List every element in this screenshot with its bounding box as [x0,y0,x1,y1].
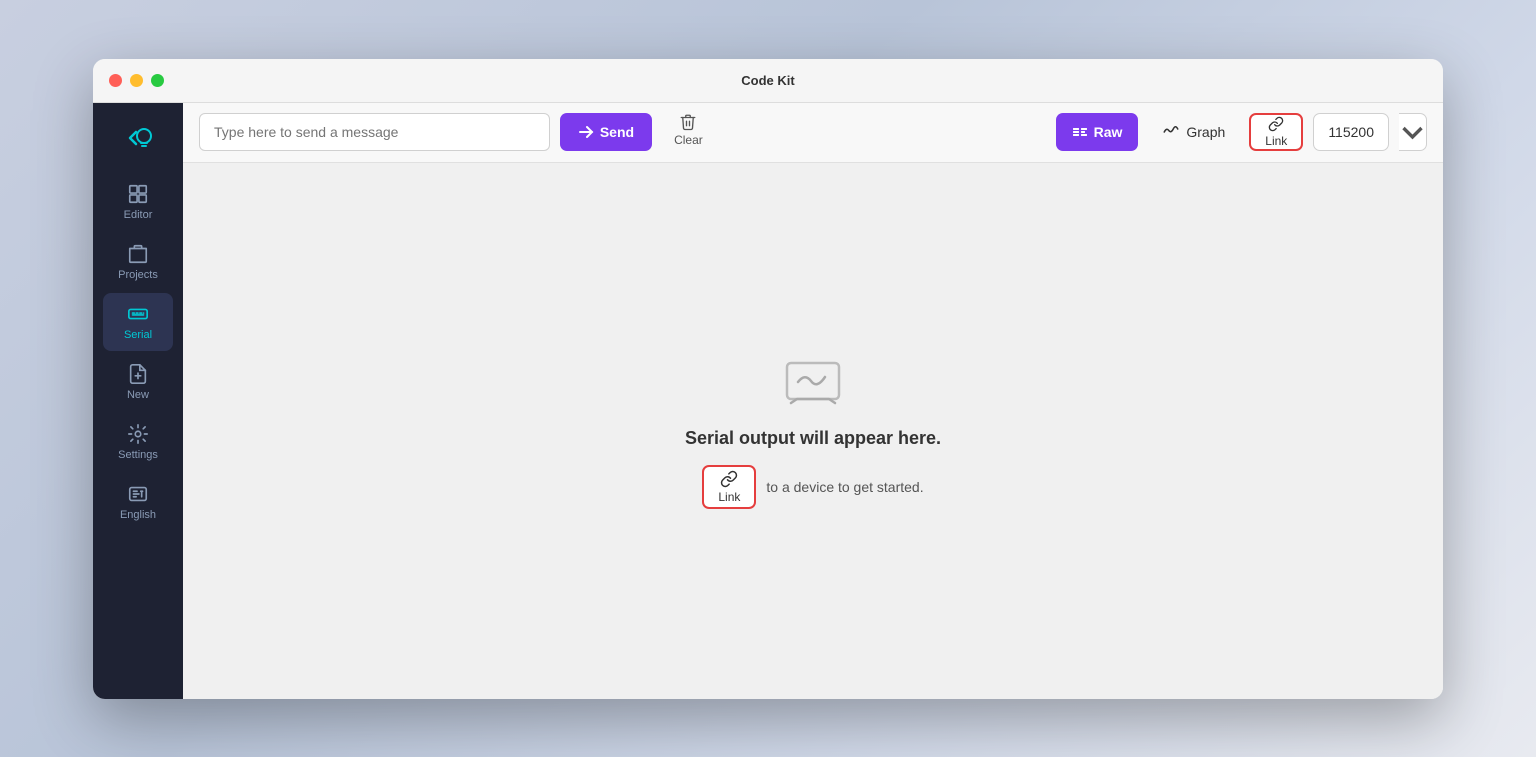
serial-output-icon [778,352,848,412]
traffic-lights [109,74,164,87]
sidebar-item-settings[interactable]: Settings [103,413,173,471]
trash-icon [679,113,697,131]
clear-label: Clear [674,133,703,147]
message-input[interactable] [199,113,550,151]
app-logo[interactable] [113,113,163,163]
baud-rate-value: 115200 [1328,124,1374,140]
send-button[interactable]: Send [560,113,652,151]
sidebar-item-english[interactable]: English [103,473,173,531]
title-bar: Code Kit [93,59,1443,103]
link-button-center-label: Link [718,490,740,504]
serial-link-row: Link to a device to get started. [702,465,923,509]
sidebar-item-settings-label: Settings [118,449,158,461]
sidebar-item-editor-label: Editor [124,209,153,221]
maximize-button[interactable] [151,74,164,87]
link-icon-center [720,470,738,488]
serial-output-title: Serial output will appear here. [685,428,941,449]
window-title: Code Kit [741,73,794,88]
send-label: Send [600,124,634,140]
sidebar-item-projects-label: Projects [118,269,158,281]
app-body: Editor Projects Serial [93,103,1443,699]
toolbar: Send Clear [183,103,1443,163]
raw-button[interactable]: Raw [1056,113,1139,151]
sidebar-item-new[interactable]: New [103,353,173,411]
link-label-toolbar: Link [1265,134,1287,148]
sidebar-item-english-label: English [120,509,156,521]
link-icon-toolbar [1268,116,1284,132]
content-area: Send Clear [183,103,1443,699]
sidebar-item-serial-label: Serial [124,329,152,341]
link-button-toolbar[interactable]: Link [1249,113,1303,151]
sidebar-item-new-label: New [127,389,149,401]
send-icon [578,124,594,140]
sidebar-item-projects[interactable]: Projects [103,233,173,291]
sidebar-item-editor[interactable]: Editor [103,173,173,231]
sidebar: Editor Projects Serial [93,103,183,699]
raw-icon [1072,124,1088,140]
graph-button[interactable]: Graph [1148,113,1239,151]
graph-label: Graph [1186,124,1225,140]
clear-button[interactable]: Clear [662,113,715,151]
raw-label: Raw [1094,124,1123,140]
baud-rate-dropdown[interactable] [1399,113,1427,151]
graph-icon [1162,123,1180,141]
minimize-button[interactable] [130,74,143,87]
baud-rate-display: 115200 [1313,113,1389,151]
link-button-center[interactable]: Link [702,465,756,509]
close-button[interactable] [109,74,122,87]
sidebar-item-serial[interactable]: Serial [103,293,173,351]
serial-output-subtitle: to a device to get started. [766,479,923,495]
main-area: Serial output will appear here. Link to … [183,163,1443,699]
app-window: Code Kit [93,59,1443,699]
chevron-down-icon [1399,119,1426,146]
